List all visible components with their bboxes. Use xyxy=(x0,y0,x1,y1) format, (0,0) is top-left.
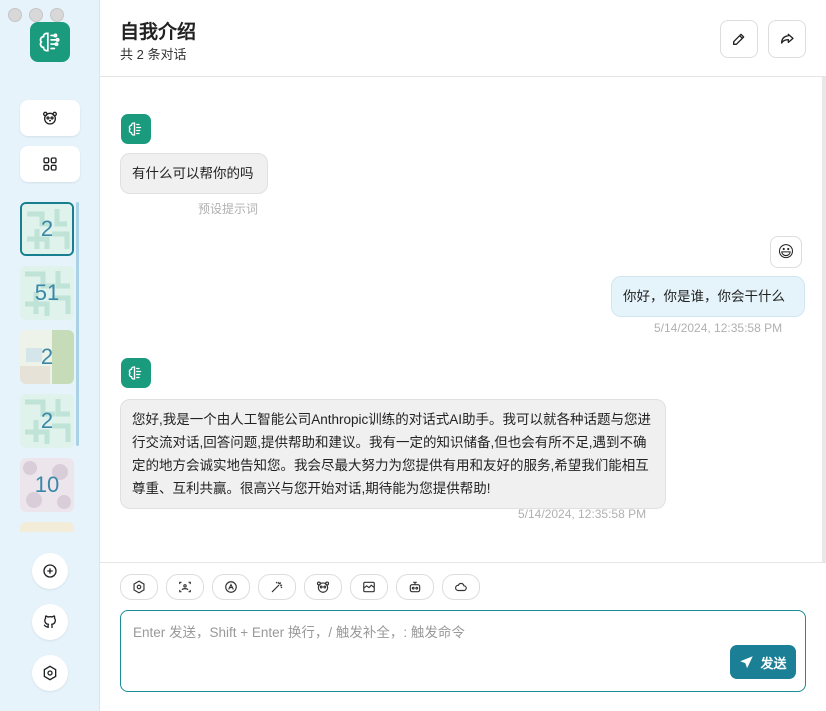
add-circle-icon xyxy=(43,564,57,578)
page-title[interactable]: 自我介绍 xyxy=(120,17,196,44)
mask-card-count: 51 xyxy=(34,280,60,305)
send-label: 发送 xyxy=(760,655,787,671)
mask-card[interactable]: 2 xyxy=(20,202,74,256)
settings-button[interactable] xyxy=(32,655,68,691)
bot-avatar xyxy=(121,114,151,144)
chat-input[interactable] xyxy=(133,621,793,681)
message-bubble[interactable]: 您好,我是一个由人工智能公司Anthropic训练的对话式AI助手。我可以就各种… xyxy=(120,399,666,509)
mask-card[interactable]: 2 xyxy=(20,330,74,384)
grid-icon xyxy=(43,157,57,171)
message-count: 共 2 条对话 xyxy=(120,47,187,62)
mask-list-scrollbar[interactable] xyxy=(76,202,79,446)
github-icon xyxy=(43,615,56,628)
mask-card[interactable]: 51 xyxy=(20,266,74,320)
chat-body: 有什么可以帮你的吗 预设提示词 😃 你好，你是谁，你会干什么 5/14/2024… xyxy=(100,77,826,562)
chart-icon xyxy=(363,581,375,593)
mask-card[interactable] xyxy=(20,522,74,532)
github-button[interactable] xyxy=(32,604,68,640)
cloud-icon xyxy=(455,582,467,592)
maximize-window-button[interactable] xyxy=(50,8,64,22)
image-icon xyxy=(179,581,191,593)
chat-settings-button[interactable] xyxy=(120,574,158,600)
message-meta: 5/14/2024, 12:35:58 PM xyxy=(518,507,647,521)
settings-icon xyxy=(133,580,145,594)
model-button[interactable] xyxy=(212,574,250,600)
brain-icon xyxy=(128,122,142,136)
message-bubble[interactable]: 有什么可以帮你的吗 xyxy=(120,153,268,194)
message-meta: 5/14/2024, 12:35:58 PM xyxy=(654,321,783,335)
mask-card[interactable]: 2 xyxy=(20,394,74,448)
mask-button[interactable] xyxy=(20,100,80,136)
plugin-button[interactable] xyxy=(20,146,80,182)
mask-thumbnail xyxy=(20,522,74,532)
mask-card[interactable]: 10 xyxy=(20,458,74,512)
chat-input-box: 发送 xyxy=(120,610,806,692)
mask-icon xyxy=(316,581,330,593)
mask-card-count: 2 xyxy=(40,216,54,241)
cloud-sync-button[interactable] xyxy=(442,574,480,600)
chat-toolbar xyxy=(120,574,480,600)
send-icon xyxy=(740,655,754,668)
send-button[interactable]: 发送 xyxy=(730,645,796,679)
app-logo xyxy=(30,22,70,62)
brain-icon xyxy=(128,366,142,380)
mask-button[interactable] xyxy=(304,574,342,600)
mask-card-count: 2 xyxy=(40,408,54,433)
input-panel: 发送 xyxy=(100,562,826,711)
share-button[interactable] xyxy=(768,20,806,58)
new-chat-button[interactable] xyxy=(32,553,68,589)
window-controls xyxy=(8,8,64,22)
model-icon xyxy=(225,581,237,593)
robot-icon xyxy=(409,581,421,593)
upload-image-button[interactable] xyxy=(166,574,204,600)
sidebar: 2 51 2 2 10 xyxy=(0,0,100,711)
chat-scrollbar[interactable] xyxy=(822,77,826,562)
share-icon xyxy=(781,33,794,44)
clear-context-button[interactable] xyxy=(350,574,388,600)
brain-icon xyxy=(39,32,60,52)
close-window-button[interactable] xyxy=(8,8,22,22)
settings-icon xyxy=(43,665,57,681)
message-meta: 预设提示词 xyxy=(198,202,259,216)
chat-header: 自我介绍 共 2 条对话 xyxy=(100,0,826,77)
mask-card-count: 10 xyxy=(34,472,60,497)
mask-list: 2 51 2 2 10 xyxy=(20,202,80,532)
magic-wand-icon xyxy=(271,581,283,593)
pencil-icon xyxy=(733,33,745,45)
panda-icon xyxy=(43,111,57,125)
user-avatar[interactable]: 😃 xyxy=(770,236,802,268)
message-bubble[interactable]: 你好，你是谁，你会干什么 xyxy=(611,276,805,317)
mask-card-count: 2 xyxy=(40,344,54,369)
prompt-button[interactable] xyxy=(258,574,296,600)
minimize-window-button[interactable] xyxy=(29,8,43,22)
model-select-button[interactable] xyxy=(396,574,434,600)
bot-avatar xyxy=(121,358,151,388)
rename-button[interactable] xyxy=(720,20,758,58)
